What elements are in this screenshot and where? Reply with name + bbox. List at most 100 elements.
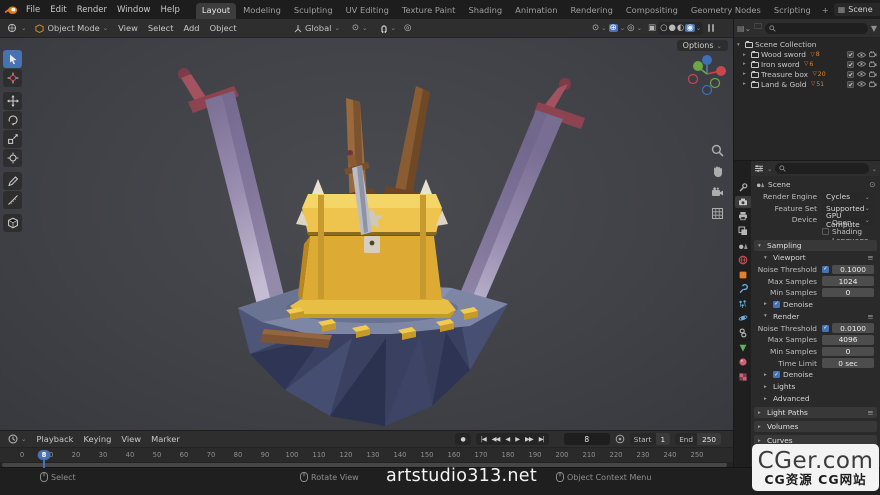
viewport-menu-select[interactable]: Select: [143, 22, 179, 34]
scene-name[interactable]: Scene: [848, 5, 880, 14]
render-min-samples-field[interactable]: 0: [822, 346, 874, 357]
disable-render-camera-icon[interactable]: [869, 61, 877, 68]
tab-shading[interactable]: Shading: [462, 3, 508, 19]
osl-checkbox[interactable]: [822, 228, 829, 236]
outliner-display-mode-icon[interactable]: 🗀: [754, 21, 762, 35]
properties-tab-material-icon[interactable]: [735, 356, 751, 368]
tool-measure[interactable]: [3, 191, 22, 209]
tab-geometry-nodes[interactable]: Geometry Nodes: [685, 3, 767, 19]
exclude-checkbox[interactable]: [847, 61, 854, 68]
jump-end-button[interactable]: ▶|: [536, 436, 547, 443]
render-noise-threshold-field[interactable]: 0.0100: [832, 323, 874, 333]
tool-rotate[interactable]: [3, 111, 22, 129]
exclude-checkbox[interactable]: [847, 80, 854, 88]
exclude-checkbox[interactable]: [847, 51, 854, 59]
menu-window[interactable]: Window: [112, 4, 156, 16]
mode-selector[interactable]: Object Mode ⌄: [31, 22, 112, 34]
collection-name[interactable]: Scene Collection: [755, 40, 816, 49]
collection-name[interactable]: Iron sword: [761, 60, 800, 69]
expand-icon[interactable]: ▾: [737, 42, 742, 48]
disable-render-camera-icon[interactable]: [869, 51, 877, 58]
noise-threshold-checkbox[interactable]: ✓: [822, 265, 829, 273]
frame-start-field[interactable]: Start 1: [629, 433, 671, 445]
outliner-filter-funnel-icon[interactable]: ▼: [871, 24, 877, 33]
viewport-denoise-checkbox[interactable]: ✓: [773, 300, 780, 308]
expand-icon[interactable]: ▸: [743, 52, 748, 58]
preset-icon[interactable]: ≡: [867, 312, 873, 321]
viewport-max-samples-field[interactable]: 1024: [822, 276, 874, 286]
next-keyframe-button[interactable]: ▶▶: [522, 436, 536, 443]
timeline-menu-marker[interactable]: Marker: [146, 433, 185, 445]
properties-editor-icon[interactable]: [754, 164, 764, 173]
outliner-item-treasure-box[interactable]: ▸ Treasure box ▽ 20: [734, 69, 880, 79]
viewport-min-samples-field[interactable]: 0: [822, 287, 874, 298]
jump-start-button[interactable]: |◀: [478, 436, 489, 443]
shading-rendered-icon[interactable]: ◉: [685, 24, 695, 33]
exclude-checkbox[interactable]: [847, 70, 854, 78]
tab-modeling[interactable]: Modeling: [237, 3, 287, 19]
zoom-icon[interactable]: [711, 144, 724, 157]
breadcrumb-label[interactable]: Scene: [768, 180, 791, 189]
orientation-selector[interactable]: Global ⌄: [290, 22, 344, 34]
tab-animation[interactable]: Animation: [509, 3, 563, 19]
expand-icon[interactable]: ▸: [743, 81, 748, 87]
render-denoise-row[interactable]: ▸ ✓ Denoise: [754, 370, 877, 380]
timeline-menu-view[interactable]: View: [116, 433, 146, 445]
properties-options-chevron-icon[interactable]: ⌄: [872, 165, 877, 173]
render-max-samples-field[interactable]: 4096: [822, 335, 874, 345]
hide-eye-icon[interactable]: [857, 52, 866, 58]
toggle-xray-icon[interactable]: ▣: [648, 24, 656, 33]
snap-button[interactable]: ⌄: [376, 23, 400, 34]
properties-tab-object-data-icon[interactable]: [735, 342, 751, 354]
tab-layout[interactable]: Layout: [195, 3, 237, 19]
viewport-noise-threshold-field[interactable]: 0.1000: [832, 264, 874, 275]
ortho-grid-icon[interactable]: [711, 207, 724, 220]
playhead-line[interactable]: [43, 457, 45, 468]
advanced-subsection-header[interactable]: ▸ Advanced: [754, 393, 877, 404]
tool-move[interactable]: [3, 92, 22, 110]
scene-selector[interactable]: ▦ Scene ＋ ✕: [833, 3, 880, 16]
timeline-editor-type-button[interactable]: ⌄: [4, 433, 30, 445]
auto-keying-button[interactable]: ●: [455, 433, 471, 445]
tool-scale[interactable]: [3, 130, 22, 148]
blender-logo-icon[interactable]: [4, 5, 18, 15]
menu-render[interactable]: Render: [72, 4, 112, 16]
tab-compositing[interactable]: Compositing: [620, 3, 684, 19]
options-button[interactable]: Options ⌄: [676, 40, 728, 51]
tab-uv-editing[interactable]: UV Editing: [340, 3, 395, 19]
overlays-chevron-icon[interactable]: ⌄: [637, 24, 642, 32]
outliner-item-land-gold[interactable]: ▸ Land & Gold ▽ 51: [734, 79, 880, 89]
visibility-dropdown-icon[interactable]: ⊙: [592, 24, 599, 33]
hide-eye-icon[interactable]: [857, 61, 866, 68]
frame-ruler[interactable]: 8 01020304050607080901001101201301401501…: [0, 447, 733, 462]
menu-help[interactable]: Help: [155, 4, 184, 16]
viewport-menu-object[interactable]: Object: [205, 22, 242, 34]
shading-solid-icon[interactable]: ●: [668, 24, 675, 33]
3d-viewport[interactable]: Options ⌄: [0, 38, 733, 430]
properties-tab-object-icon[interactable]: [735, 269, 751, 281]
preset-icon[interactable]: ≡: [867, 408, 873, 417]
properties-tab-scene-icon[interactable]: [735, 239, 751, 251]
expand-icon[interactable]: ▸: [743, 61, 748, 67]
tool-transform[interactable]: [3, 149, 22, 167]
menu-file[interactable]: File: [21, 4, 45, 16]
tab-rendering[interactable]: Rendering: [564, 3, 618, 19]
viewport-menu-view[interactable]: View: [113, 22, 143, 34]
tab-sculpting[interactable]: Sculpting: [288, 3, 339, 19]
hide-eye-icon[interactable]: [857, 71, 866, 77]
visibility-chevron-icon[interactable]: ⌄: [601, 24, 606, 32]
pivot-point-button[interactable]: ⊙ ⌄: [348, 23, 372, 34]
properties-tab-view-layer-icon[interactable]: [735, 225, 751, 237]
tool-cursor[interactable]: [3, 69, 22, 87]
collection-name[interactable]: Land & Gold: [761, 80, 806, 89]
disable-render-camera-icon[interactable]: [869, 70, 877, 78]
properties-search-input[interactable]: [775, 163, 869, 174]
pin-icon[interactable]: ⊙: [869, 180, 875, 189]
viewport-subsection-header[interactable]: ▾ Viewport ≡: [754, 252, 877, 263]
viewport-denoise-row[interactable]: ▸ ✓ Denoise: [754, 299, 877, 309]
properties-tab-texture-icon[interactable]: [735, 371, 751, 383]
properties-tab-render-icon[interactable]: [734, 195, 751, 208]
pan-hand-icon[interactable]: [711, 165, 724, 178]
shading-material-icon[interactable]: ◐: [677, 24, 684, 33]
light-paths-section-header[interactable]: ▸ Light Paths ≡: [754, 407, 877, 418]
